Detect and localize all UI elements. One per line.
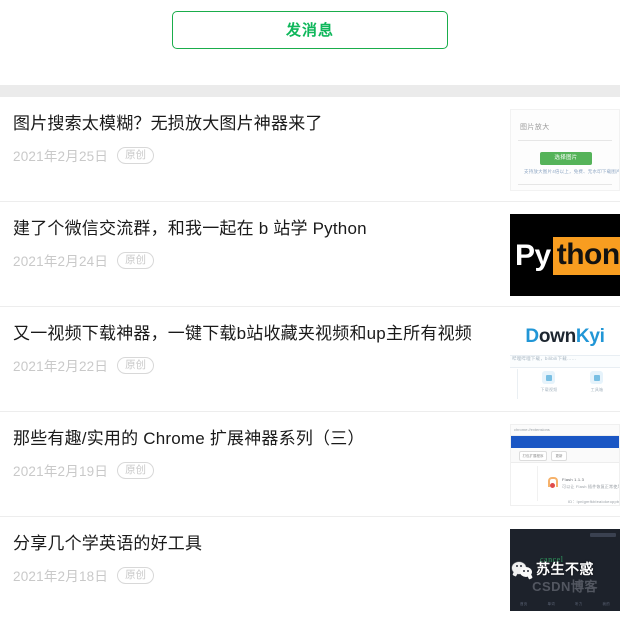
article-text-block: 建了个微信交流群，和我一起在 b 站学 Python 2021年2月24日 原创 <box>13 217 510 270</box>
profile-action-bar: 发消息 <box>0 0 620 85</box>
tab-label: 首页 <box>519 602 528 606</box>
tab-label: 单词 <box>547 602 556 606</box>
article-date: 2021年2月19日 <box>13 464 109 479</box>
article-date: 2021年2月22日 <box>13 359 109 374</box>
article-thumbnail[interactable]: cancel 苏生不惑 CSDN博客 首页 单词 听力 我的 <box>510 529 620 611</box>
thumbnail-select-image-button: 选择图片 <box>540 152 592 165</box>
article-list-item[interactable]: 分享几个学英语的好工具 2021年2月18日 原创 cancel 苏生不惑 CS… <box>0 517 620 622</box>
wechat-icon <box>512 560 534 579</box>
extensions-header-bar <box>511 436 619 448</box>
download-icon <box>542 371 556 384</box>
article-thumbnail[interactable]: 图片放大 选择图片 支持放大图片4倍以上，免费、无水印下载图片 <box>510 109 620 191</box>
downkyi-logo: DownKyi <box>510 326 620 348</box>
extension-card: Flash 1.1.3 可以让 Flash 插件恢复正常使用。 ID：ipnlg… <box>537 466 619 504</box>
article-date: 2021年2月24日 <box>13 254 109 269</box>
downkyi-logo-part-3: Kyi <box>575 326 605 347</box>
downkyi-icon-cell: 下载视频 <box>541 371 558 393</box>
wechat-account-overlay: 苏生不惑 <box>512 559 594 579</box>
original-badge: 原创 <box>117 146 155 164</box>
python-logo: Py thon <box>510 237 620 275</box>
article-thumbnail[interactable]: Py thon <box>510 214 620 296</box>
thumbnail-divider <box>518 140 612 141</box>
downkyi-toolbar-text: 哔哩哔哩下载，bilibili下载…… <box>512 356 577 361</box>
article-meta: 2021年2月25日 原创 <box>13 145 500 165</box>
original-badge: 原创 <box>117 566 155 584</box>
article-title[interactable]: 又一视频下载神器，一键下载b站收藏夹视频和up主所有视频 <box>13 322 500 346</box>
article-meta: 2021年2月18日 原创 <box>13 565 500 585</box>
original-badge: 原创 <box>117 251 155 269</box>
thumbnail-tab-bar: 首页 单词 听力 我的 <box>510 602 620 607</box>
article-list-item[interactable]: 又一视频下载神器，一键下载b站收藏夹视频和up主所有视频 2021年2月22日 … <box>0 307 620 412</box>
article-list: 图片搜索太模糊？无损放大图片神器来了 2021年2月25日 原创 图片放大 选择… <box>0 97 620 622</box>
downkyi-logo-part-1: D <box>525 326 539 347</box>
tab-label: 我的 <box>602 602 611 606</box>
original-badge: 原创 <box>117 356 155 374</box>
extension-card-description: 可以让 Flash 插件恢复正常使用。 <box>562 484 620 489</box>
update-button: 更新 <box>551 451 567 461</box>
original-badge: 原创 <box>117 461 155 479</box>
article-title[interactable]: 那些有趣/实用的 Chrome 扩展神器系列（三） <box>13 427 500 451</box>
article-text-block: 那些有趣/实用的 Chrome 扩展神器系列（三） 2021年2月19日 原创 <box>13 427 510 480</box>
thumbnail-top-right-block <box>590 533 616 537</box>
article-list-item[interactable]: 那些有趣/实用的 Chrome 扩展神器系列（三） 2021年2月19日 原创 … <box>0 412 620 517</box>
article-list-item[interactable]: 图片搜索太模糊？无损放大图片神器来了 2021年2月25日 原创 图片放大 选择… <box>0 97 620 202</box>
thumbnail-caption-text: 支持放大图片4倍以上，免费、无水印下载图片 <box>524 169 620 174</box>
article-text-block: 图片搜索太模糊？无损放大图片神器来了 2021年2月25日 原创 <box>13 112 510 165</box>
downkyi-icon-label: 下载视频 <box>540 387 558 392</box>
python-logo-text-dark: thon <box>552 237 620 275</box>
wechat-account-name: 苏生不惑 <box>536 561 594 577</box>
article-meta: 2021年2月19日 原创 <box>13 460 500 480</box>
extension-icon <box>546 477 558 488</box>
downkyi-icon-label: 工具箱 <box>590 387 604 392</box>
article-thumbnail[interactable]: chrome://extensions 打包扩展程序 更新 Flash 1.1.… <box>510 424 620 506</box>
tab-label: 听力 <box>574 602 583 606</box>
article-date: 2021年2月18日 <box>13 569 109 584</box>
extension-card-title: Flash 1.1.3 <box>562 477 584 482</box>
article-thumbnail[interactable]: DownKyi 哔哩哔哩下载，bilibili下载…… 下载视频 工具箱 <box>510 319 620 401</box>
article-meta: 2021年2月22日 原创 <box>13 355 500 375</box>
article-date: 2021年2月25日 <box>13 149 109 164</box>
thumbnail-divider <box>518 184 612 185</box>
section-separator <box>0 85 620 97</box>
browser-url-text: chrome://extensions <box>514 427 550 432</box>
extension-card-id: ID：ipnlgmfkbleaiokeoppbeikglcljbhkg <box>568 499 620 504</box>
downkyi-icon-cell: 工具箱 <box>590 371 604 393</box>
pack-extension-button: 打包扩展程序 <box>519 451 547 461</box>
article-title[interactable]: 图片搜索太模糊？无损放大图片神器来了 <box>13 112 500 136</box>
toolbox-icon <box>590 371 604 384</box>
thumbnail-heading-text: 图片放大 <box>520 124 550 131</box>
python-logo-text-light: Py <box>515 239 551 272</box>
article-meta: 2021年2月24日 原创 <box>13 250 500 270</box>
downkyi-logo-part-2: own <box>538 326 576 347</box>
send-message-button[interactable]: 发消息 <box>172 11 448 49</box>
article-title[interactable]: 分享几个学英语的好工具 <box>13 532 500 556</box>
article-text-block: 分享几个学英语的好工具 2021年2月18日 原创 <box>13 532 510 585</box>
article-list-item[interactable]: 建了个微信交流群，和我一起在 b 站学 Python 2021年2月24日 原创… <box>0 202 620 307</box>
downkyi-side-divider <box>517 369 518 399</box>
article-title[interactable]: 建了个微信交流群，和我一起在 b 站学 Python <box>13 217 500 241</box>
downkyi-icon-row: 下载视频 工具箱 <box>524 371 620 393</box>
article-text-block: 又一视频下载神器，一键下载b站收藏夹视频和up主所有视频 2021年2月22日 … <box>13 322 510 375</box>
